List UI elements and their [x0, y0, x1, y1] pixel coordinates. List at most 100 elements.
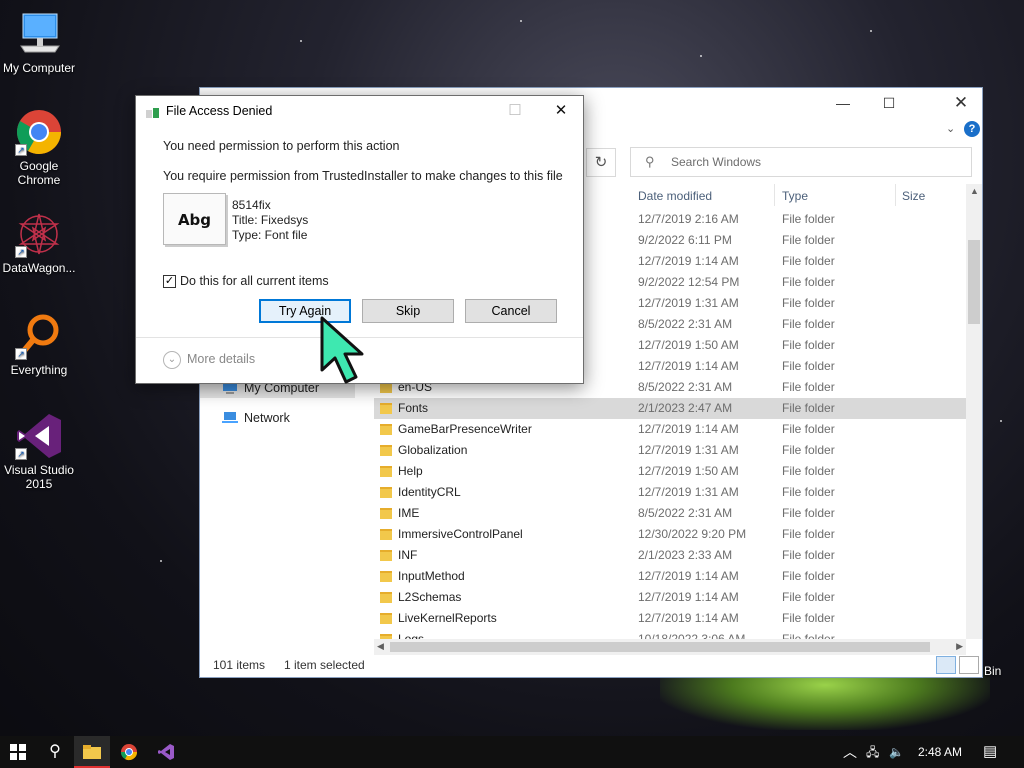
table-row[interactable]: Globalization 12/7/2019 1:31 AM File folde… [374, 440, 966, 461]
column-separator[interactable] [774, 184, 775, 206]
table-row[interactable]: GameBarPresenceWriter 12/7/2019 1:14 AM Fi… [374, 419, 966, 440]
shortcut-arrow-icon: ↗ [15, 246, 27, 258]
row-type: File folder [782, 212, 835, 226]
scrollbar-thumb[interactable] [390, 642, 930, 652]
table-row[interactable]: InputMethod 12/7/2019 1:14 AM File folder [374, 566, 966, 587]
nav-item-network[interactable]: Network [200, 409, 374, 441]
desktop-icon-visual-studio[interactable]: ↗ Visual Studio 2015 [0, 412, 78, 491]
column-size[interactable]: Size [902, 189, 925, 203]
vertical-scrollbar[interactable]: ▲ [966, 184, 982, 639]
desktop-icon-label: Google Chrome [17, 159, 61, 187]
large-icons-view-icon[interactable] [959, 656, 979, 674]
chrome-icon[interactable] [111, 736, 147, 768]
desktop-icon-label: Everything [10, 363, 68, 377]
shortcut-arrow-icon: ↗ [15, 144, 27, 156]
column-separator[interactable] [895, 184, 896, 206]
close-button[interactable]: ✕ [538, 96, 584, 126]
table-row[interactable]: Help 12/7/2019 1:50 AM File folder [374, 461, 966, 482]
notification-icon[interactable]: ▤ [983, 736, 997, 768]
folder-icon [380, 592, 392, 603]
chevron-up-icon[interactable]: ︿ [843, 736, 857, 768]
table-row[interactable]: Fonts 2/1/2023 2:47 AM File folder [374, 398, 966, 419]
network-status-icon[interactable]: 🖧 [866, 736, 879, 768]
row-type: File folder [782, 443, 835, 457]
close-button[interactable]: ✕ [938, 92, 984, 114]
table-row[interactable]: INF 2/1/2023 2:33 AM File folder [374, 545, 966, 566]
search-input[interactable]: ⚲ Search Windows [630, 147, 972, 177]
chrome-icon: ↗ [15, 108, 63, 156]
table-row[interactable]: L2Schemas 12/7/2019 1:14 AM File folder [374, 587, 966, 608]
desktop-icon-my-computer[interactable]: My Computer [0, 10, 78, 75]
selection-count: 1 item selected [284, 658, 365, 672]
row-date: 12/7/2019 1:14 AM [638, 254, 739, 268]
table-row[interactable]: IME 8/5/2022 2:31 AM File folder [374, 503, 966, 524]
row-type: File folder [782, 254, 835, 268]
table-row[interactable]: ImmersiveControlPanel 12/30/2022 9:20 PM F… [374, 524, 966, 545]
row-type: File folder [782, 338, 835, 352]
desktop-icon-datawagon[interactable]: ↗ DataWagon... [0, 210, 78, 275]
shortcut-arrow-icon: ↗ [15, 448, 27, 460]
volume-icon[interactable]: 🔈 [889, 736, 904, 768]
datawagon-icon: ↗ [15, 210, 63, 258]
more-details-toggle[interactable]: More details [187, 352, 255, 366]
row-date: 8/5/2022 2:31 AM [638, 506, 733, 520]
pointer-cursor-icon [320, 316, 364, 384]
row-date: 12/7/2019 1:14 AM [638, 359, 739, 373]
apply-all-checkbox[interactable]: ✓ [163, 275, 176, 288]
navigation-pane: My Computer Network [200, 378, 374, 441]
dialog-title: File Access Denied [166, 104, 273, 118]
file-name: 8514fix [232, 198, 271, 212]
column-date-modified[interactable]: Date modified [638, 189, 712, 203]
row-name: GameBarPresenceWriter [398, 422, 532, 436]
row-date: 9/2/2022 6:11 PM [638, 233, 732, 247]
row-date: 2/1/2023 2:47 AM [638, 401, 733, 415]
details-view-icon[interactable] [936, 656, 956, 674]
desktop-icon-everything[interactable]: ↗ Everything [0, 312, 78, 377]
desktop-icon-chrome[interactable]: ↗ Google Chrome [0, 108, 78, 187]
table-row[interactable]: Logs 10/18/2022 3:06 AM File folder [374, 629, 966, 639]
maximize-button[interactable]: ☐ [866, 92, 912, 114]
scroll-left-arrow-icon[interactable]: ◀ [377, 641, 384, 652]
row-date: 12/7/2019 1:14 AM [638, 590, 739, 604]
table-row[interactable]: IdentityCRL 12/7/2019 1:31 AM File folder [374, 482, 966, 503]
row-name: Fonts [398, 401, 429, 415]
desktop-icon-label: My Computer [2, 61, 76, 75]
visual-studio-icon[interactable] [148, 736, 184, 768]
help-icon[interactable]: ? [964, 121, 980, 137]
table-row[interactable]: LiveKernelReports 12/7/2019 1:14 AM File f… [374, 608, 966, 629]
column-type[interactable]: Type [782, 189, 808, 203]
row-type: File folder [782, 464, 835, 478]
scroll-up-arrow-icon[interactable]: ▲ [970, 186, 979, 196]
font-preview-thumbnail: Abg [163, 193, 226, 245]
star-decoration [520, 20, 522, 22]
row-type: File folder [782, 317, 835, 331]
folder-icon [380, 508, 392, 519]
chevron-down-icon[interactable]: ⌄ [946, 122, 955, 135]
file-explorer-icon[interactable] [74, 736, 110, 768]
row-name: INF [398, 548, 418, 562]
scrollbar-thumb[interactable] [968, 240, 980, 324]
cancel-button[interactable]: Cancel [465, 299, 557, 323]
search-icon: ⚲ [645, 154, 655, 169]
scroll-right-arrow-icon[interactable]: ▶ [956, 641, 963, 652]
windows-start-icon[interactable] [0, 736, 36, 768]
clock[interactable]: 2:48 AM [918, 736, 962, 768]
minimize-button[interactable]: — [820, 92, 866, 114]
search-icon[interactable]: ⚲ [37, 736, 73, 768]
nav-item-label: Network [244, 411, 290, 425]
row-type: File folder [782, 275, 835, 289]
row-date: 10/18/2022 3:06 AM [638, 632, 746, 639]
recycle-bin-label[interactable]: Bin [984, 664, 1001, 678]
row-name: IME [398, 506, 420, 520]
apply-all-label[interactable]: Do this for all current items [180, 274, 329, 288]
refresh-button[interactable]: ↻ [586, 148, 616, 177]
chevron-down-icon[interactable]: ⌄ [163, 351, 181, 369]
star-decoration [300, 40, 302, 42]
row-date: 8/5/2022 2:31 AM [638, 317, 733, 331]
star-decoration [1000, 420, 1002, 422]
network-icon [222, 411, 238, 424]
row-name: InputMethod [398, 569, 465, 583]
visual-studio-icon: ↗ [15, 412, 63, 460]
permission-message: You need permission to perform this acti… [163, 139, 400, 153]
row-date: 12/7/2019 1:50 AM [638, 464, 739, 478]
